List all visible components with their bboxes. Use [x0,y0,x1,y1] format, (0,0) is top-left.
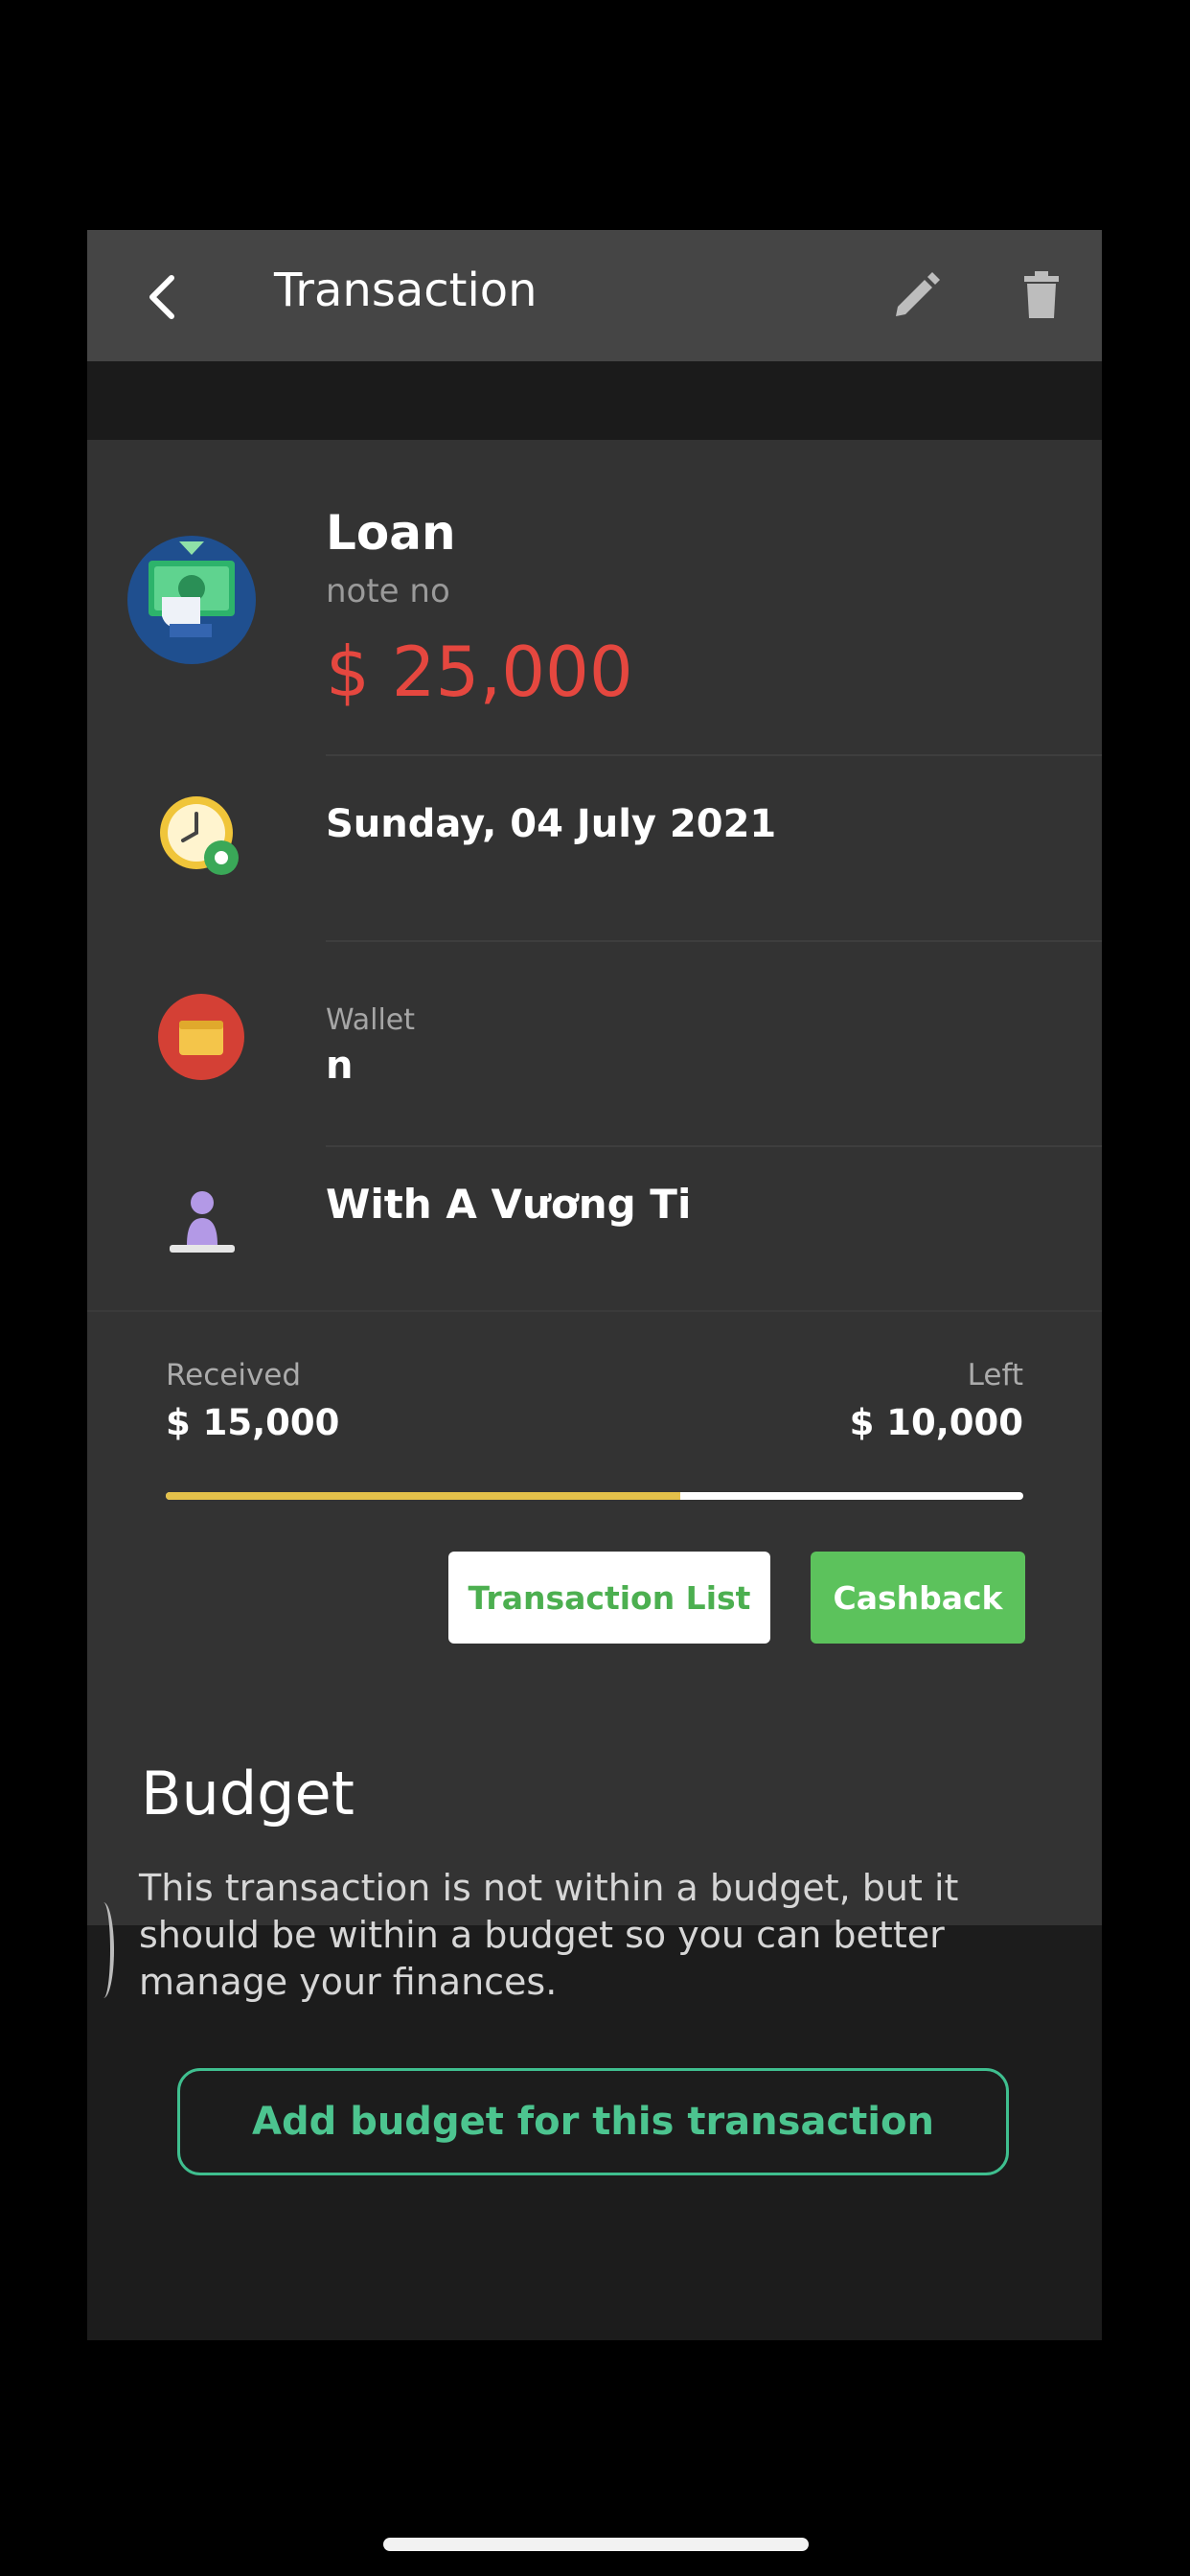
received-value: $ 15,000 [166,1402,340,1443]
transaction-amount: $ 25,000 [326,632,633,712]
trash-icon [1024,271,1059,318]
chevron-left-icon [149,275,174,319]
clock-gear-icon [160,796,239,875]
wallet-label: Wallet [326,1003,416,1037]
edit-button[interactable] [886,264,948,326]
repayment-progress-bar [166,1492,1023,1500]
progress-fill [166,1492,680,1500]
section-divider [87,1310,1102,1312]
transaction-card: Loan note no $ 25,000 Sunday, 04 July 20… [87,440,1102,1925]
header-gap [87,361,1102,440]
transaction-date: Sunday, 04 July 2021 [326,802,777,846]
received-label: Received [166,1358,302,1392]
pencil-icon [896,272,940,316]
divider [326,1145,1102,1147]
left-label: Left [967,1358,1023,1392]
wallet-name: n [326,1044,354,1088]
wallet-icon [158,994,244,1080]
budget-description: This transaction is not within a budget,… [139,1867,959,2003]
divider [326,754,1102,756]
divider [326,940,1102,942]
transaction-list-button[interactable]: Transaction List [448,1552,770,1644]
transaction-screen: Transaction Loan note no $ 25,000 Sunday… [87,230,1102,2340]
page-title: Transaction [274,264,538,317]
back-button[interactable] [135,268,193,326]
cashback-button[interactable]: Cashback [811,1552,1025,1644]
with-person: With A Vương Ti [326,1181,692,1228]
budget-title: Budget [141,1759,355,1828]
transaction-note: note no [326,572,450,610]
money-loan-icon [127,536,256,664]
app-bar: Transaction [87,230,1102,361]
left-value: $ 10,000 [849,1402,1023,1443]
home-indicator [383,2538,809,2551]
add-budget-button[interactable]: Add budget for this transaction [177,2068,1009,2175]
person-icon [170,1191,235,1253]
category-name: Loan [326,505,456,561]
side-handle [93,1902,114,1998]
delete-button[interactable] [1011,264,1072,326]
